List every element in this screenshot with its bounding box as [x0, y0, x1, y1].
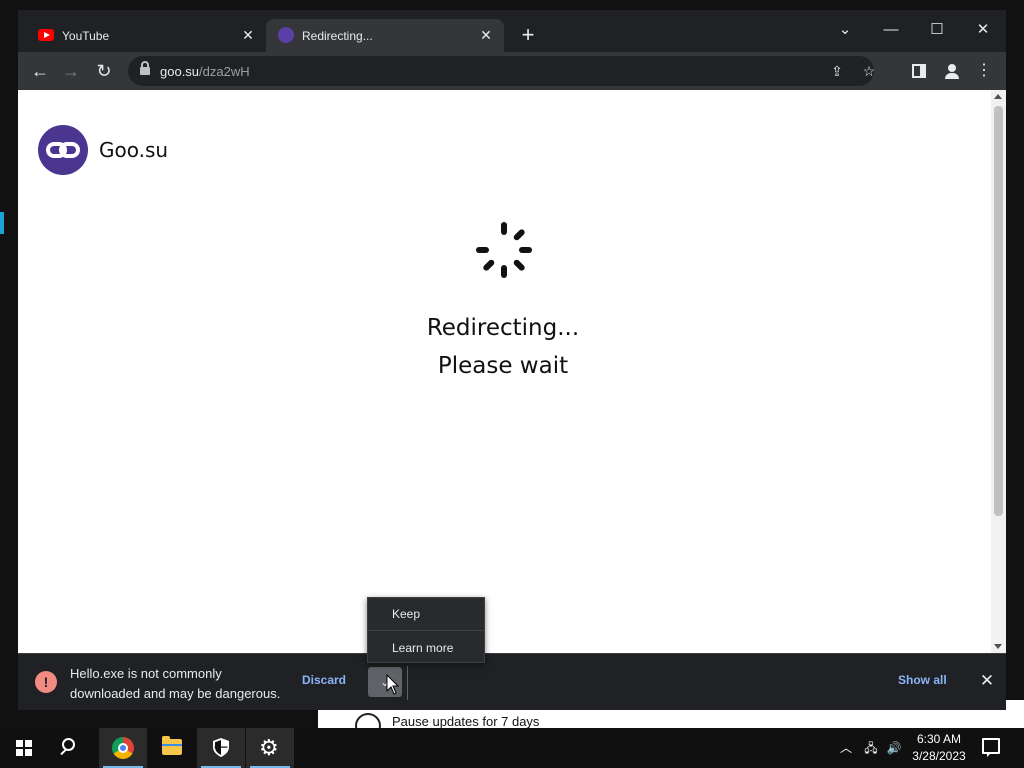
- search-button[interactable]: [48, 728, 96, 768]
- tab-youtube[interactable]: YouTube ✕: [26, 19, 266, 52]
- tab-title: Redirecting...: [302, 29, 373, 43]
- scroll-down-icon[interactable]: [994, 644, 1002, 649]
- windows-logo-icon: [16, 740, 32, 756]
- taskbar-security[interactable]: [197, 728, 245, 768]
- url-host: goo.su: [160, 64, 200, 79]
- browser-toolbar: ← → ↻ goo.su/dza2wH ⇪ ☆ ⋮: [18, 52, 1006, 90]
- tab-strip: YouTube ✕ Redirecting... ✕ + ⌄ — ☐ ✕: [18, 10, 1006, 52]
- taskbar-file-explorer[interactable]: [148, 728, 196, 768]
- chrome-icon: [112, 737, 134, 759]
- shield-icon: [213, 738, 229, 757]
- menu-divider: [368, 630, 484, 631]
- forward-arrow-icon[interactable]: →: [58, 58, 84, 84]
- search-icon: [62, 738, 75, 751]
- gear-icon: ⚙: [259, 735, 279, 760]
- menu-item-learn-more[interactable]: Learn more: [368, 632, 484, 664]
- side-panel-icon[interactable]: [906, 58, 932, 84]
- notification-icon[interactable]: [982, 738, 1000, 757]
- close-icon[interactable]: ✕: [238, 25, 258, 45]
- warning-line-1: Hello.exe is not commonly: [70, 666, 222, 681]
- brand-name: Goo.su: [99, 138, 169, 162]
- goo-su-favicon: [278, 27, 294, 43]
- redirecting-text: Redirecting...: [426, 315, 580, 341]
- address-bar[interactable]: goo.su/dza2wH ⇪ ☆: [128, 56, 875, 86]
- tab-search-chevron-down-icon[interactable]: ⌄: [822, 15, 868, 45]
- pause-updates-link[interactable]: Pause updates for 7 days: [392, 714, 539, 729]
- show-all-button[interactable]: Show all: [898, 673, 947, 687]
- scroll-up-icon[interactable]: [994, 94, 1002, 99]
- window-close-button[interactable]: ✕: [960, 15, 1006, 45]
- please-wait-text: Please wait: [437, 353, 569, 379]
- profile-icon[interactable]: [939, 58, 965, 84]
- folder-icon: [162, 736, 182, 755]
- browser-window: YouTube ✕ Redirecting... ✕ + ⌄ — ☐ ✕ ← →…: [18, 10, 1006, 710]
- youtube-icon: [38, 29, 54, 41]
- page-viewport: Goo.su Redirecting... Please wait: [18, 90, 1006, 653]
- tab-title: YouTube: [62, 29, 110, 43]
- minimize-button[interactable]: —: [868, 15, 914, 45]
- lock-icon[interactable]: [140, 61, 150, 75]
- star-icon[interactable]: ☆: [858, 60, 880, 82]
- maximize-button[interactable]: ☐: [914, 15, 960, 45]
- desktop-accent-bar: [0, 212, 4, 234]
- download-options-menu: Keep Learn more: [367, 597, 485, 663]
- scrollbar-thumb[interactable]: [994, 106, 1003, 516]
- share-icon[interactable]: ⇪: [826, 60, 848, 82]
- menu-item-keep[interactable]: Keep: [368, 598, 484, 630]
- vertical-scrollbar[interactable]: [991, 90, 1006, 653]
- warning-line-2: downloaded and may be dangerous.: [70, 686, 281, 701]
- back-arrow-icon[interactable]: ←: [27, 58, 53, 84]
- clock-time: 6:30 AM: [916, 732, 962, 746]
- new-tab-button[interactable]: +: [516, 24, 540, 48]
- clock[interactable]: 6:30 AM 3/28/2023: [900, 731, 978, 765]
- clock-date: 3/28/2023: [912, 749, 966, 763]
- close-download-bar-icon[interactable]: ✕: [976, 668, 998, 694]
- divider: [407, 666, 408, 700]
- kebab-menu-icon[interactable]: ⋮: [971, 58, 997, 84]
- download-bar: ! Hello.exe is not commonly downloaded a…: [18, 653, 1006, 710]
- taskbar-settings[interactable]: ⚙: [246, 728, 294, 768]
- discard-button[interactable]: Discard: [296, 673, 352, 687]
- download-warning-message: Hello.exe is not commonly downloaded and…: [70, 664, 296, 704]
- url-path: /dza2wH: [199, 64, 250, 79]
- tab-redirecting[interactable]: Redirecting... ✕: [266, 19, 504, 52]
- network-icon[interactable]: 🖧: [860, 728, 882, 768]
- chevron-up-icon[interactable]: ︿: [838, 728, 854, 768]
- goo-su-logo[interactable]: [38, 125, 88, 175]
- url-text[interactable]: goo.su/dza2wH: [160, 64, 250, 79]
- close-icon[interactable]: ✕: [476, 25, 496, 45]
- taskbar: ⚙ ︿ 🖧 🔊 6:30 AM 3/28/2023: [0, 728, 1024, 768]
- reload-icon[interactable]: ↻: [91, 58, 117, 84]
- start-button[interactable]: [0, 728, 48, 768]
- warning-icon: !: [35, 671, 57, 693]
- loading-spinner-icon: [476, 222, 532, 278]
- mouse-cursor-icon: [386, 674, 400, 695]
- taskbar-chrome[interactable]: [99, 728, 147, 768]
